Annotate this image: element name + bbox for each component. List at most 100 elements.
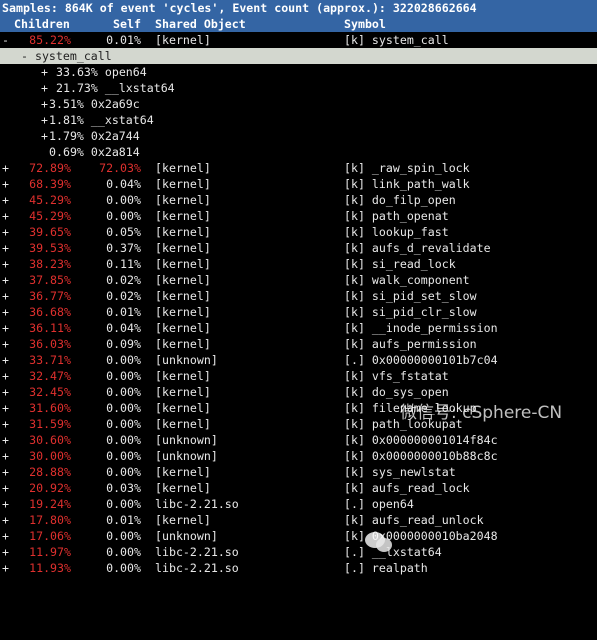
table-row[interactable]: + 45.29% 0.00% [kernel] [k] path_openat	[0, 208, 597, 224]
expand-toggle[interactable]: +	[2, 272, 9, 288]
col-children[interactable]: Children	[14, 16, 70, 32]
expand-toggle[interactable]: +	[2, 336, 9, 352]
expand-toggle[interactable]: +	[2, 160, 9, 176]
table-row[interactable]: + 30.00% 0.00% [unknown] [k] 0x000000001…	[0, 448, 597, 464]
col-symbol[interactable]: Symbol	[344, 16, 386, 32]
expand-toggle[interactable]: +	[2, 528, 9, 544]
shared-object: libc-2.21.so	[155, 545, 239, 559]
expand-toggle[interactable]: +	[2, 320, 9, 336]
expand-toggle[interactable]: +	[41, 64, 48, 80]
self-pct: 0.00%	[106, 545, 141, 559]
expand-toggle[interactable]: +	[2, 176, 9, 192]
table-row[interactable]: + 17.06% 0.00% [unknown] [k] 0x000000001…	[0, 528, 597, 544]
children-pct: 45.29%	[29, 209, 71, 223]
table-row[interactable]: + 37.85% 0.02% [kernel] [k] walk_compone…	[0, 272, 597, 288]
table-row[interactable]: + 68.39% 0.04% [kernel] [k] link_path_wa…	[0, 176, 597, 192]
table-row[interactable]: + 38.23% 0.11% [kernel] [k] si_read_lock	[0, 256, 597, 272]
expand-toggle[interactable]: +	[2, 208, 9, 224]
table-row[interactable]: + 19.24% 0.00% libc-2.21.so [.] open64	[0, 496, 597, 512]
children-pct: 30.60%	[29, 433, 71, 447]
callgraph-item[interactable]: 0.69% 0x2a814	[0, 144, 597, 160]
expand-toggle[interactable]: +	[2, 304, 9, 320]
table-row[interactable]: + 72.89% 72.03% [kernel] [k] _raw_spin_l…	[0, 160, 597, 176]
table-row[interactable]: + 36.68% 0.01% [kernel] [k] si_pid_clr_s…	[0, 304, 597, 320]
expand-toggle[interactable]: +	[2, 400, 9, 416]
symbol: [k] system_call	[344, 33, 449, 47]
table-row[interactable]: + 32.47% 0.00% [kernel] [k] vfs_fstatat	[0, 368, 597, 384]
shared-object: [kernel]	[155, 209, 211, 223]
expand-toggle[interactable]: +	[2, 256, 9, 272]
children-pct: 11.97%	[29, 545, 71, 559]
children-pct: 85.22%	[29, 33, 71, 47]
table-row[interactable]: + 30.60% 0.00% [unknown] [k] 0x000000001…	[0, 432, 597, 448]
shared-object: [kernel]	[155, 289, 211, 303]
symbol: [k] sys_newlstat	[344, 465, 456, 479]
symbol: [k] aufs_permission	[344, 337, 477, 351]
expand-toggle[interactable]: +	[2, 480, 9, 496]
table-row[interactable]: + 11.93% 0.00% libc-2.21.so [.] realpath	[0, 560, 597, 576]
self-pct: 0.01%	[106, 33, 141, 47]
watermark: 微信号: cSphere-CN	[400, 403, 563, 423]
top-entry-row[interactable]: - 85.22% 0.01% [kernel] [k] system_call	[0, 32, 597, 48]
expand-toggle[interactable]: +	[2, 560, 9, 576]
table-row[interactable]: + 11.97% 0.00% libc-2.21.so [.] __lxstat…	[0, 544, 597, 560]
expand-toggle[interactable]: +	[2, 544, 9, 560]
table-row[interactable]: + 36.11% 0.04% [kernel] [k] __inode_perm…	[0, 320, 597, 336]
self-pct: 0.00%	[106, 449, 141, 463]
callgraph-item[interactable]: +1.81% __xstat64	[0, 112, 597, 128]
table-row[interactable]: + 17.80% 0.01% [kernel] [k] aufs_read_un…	[0, 512, 597, 528]
self-pct: 0.04%	[106, 177, 141, 191]
expand-toggle[interactable]: +	[2, 352, 9, 368]
callgraph-root-selected[interactable]: - system_call	[0, 48, 597, 64]
expand-toggle[interactable]: +	[2, 512, 9, 528]
col-shared-object[interactable]: Shared Object	[155, 16, 246, 32]
expand-toggle[interactable]: +	[2, 368, 9, 384]
expand-toggle[interactable]: +	[41, 112, 48, 128]
table-row[interactable]: + 45.29% 0.00% [kernel] [k] do_filp_open	[0, 192, 597, 208]
table-row[interactable]: + 39.65% 0.05% [kernel] [k] lookup_fast	[0, 224, 597, 240]
symbol: [k] si_pid_clr_slow	[344, 305, 477, 319]
shared-object: [kernel]	[155, 177, 211, 191]
expand-toggle[interactable]: +	[2, 416, 9, 432]
expand-toggle[interactable]: +	[2, 384, 9, 400]
symbol: [k] 0x000000001014f84c	[344, 433, 498, 447]
children-pct: 32.45%	[29, 385, 71, 399]
table-row[interactable]: + 36.03% 0.09% [kernel] [k] aufs_permiss…	[0, 336, 597, 352]
children-pct: 45.29%	[29, 193, 71, 207]
expand-toggle[interactable]: +	[2, 224, 9, 240]
self-pct: 0.01%	[106, 305, 141, 319]
shared-object: [kernel]	[155, 241, 211, 255]
table-row[interactable]: + 28.88% 0.00% [kernel] [k] sys_newlstat	[0, 464, 597, 480]
symbol: [k] si_read_lock	[344, 257, 456, 271]
children-pct: 68.39%	[29, 177, 71, 191]
expand-toggle[interactable]: +	[2, 464, 9, 480]
report-header: Samples: 864K of event 'cycles', Event c…	[0, 0, 597, 16]
symbol: [k] path_openat	[344, 209, 449, 223]
expand-toggle[interactable]: +	[2, 288, 9, 304]
shared-object: [kernel]	[155, 33, 211, 47]
self-pct: 0.03%	[106, 481, 141, 495]
table-row[interactable]: + 20.92% 0.03% [kernel] [k] aufs_read_lo…	[0, 480, 597, 496]
callgraph-item[interactable]: +3.51% 0x2a69c	[0, 96, 597, 112]
col-self[interactable]: Self	[113, 16, 141, 32]
expand-toggle[interactable]: +	[2, 432, 9, 448]
children-pct: 36.68%	[29, 305, 71, 319]
table-row[interactable]: + 33.71% 0.00% [unknown] [.] 0x000000001…	[0, 352, 597, 368]
expand-toggle[interactable]: +	[2, 192, 9, 208]
self-pct: 0.11%	[106, 257, 141, 271]
table-row[interactable]: + 39.53% 0.37% [kernel] [k] aufs_d_reval…	[0, 240, 597, 256]
callgraph-item[interactable]: +1.79% 0x2a744	[0, 128, 597, 144]
callgraph-item[interactable]: +21.73% __lxstat64	[0, 80, 597, 96]
children-pct: 36.11%	[29, 321, 71, 335]
expand-toggle[interactable]: +	[2, 240, 9, 256]
expand-toggle[interactable]: +	[41, 128, 48, 144]
table-row[interactable]: + 36.77% 0.02% [kernel] [k] si_pid_set_s…	[0, 288, 597, 304]
expand-toggle[interactable]: +	[41, 80, 48, 96]
self-pct: 0.00%	[106, 193, 141, 207]
callgraph-item[interactable]: +33.63% open64	[0, 64, 597, 80]
shared-object: [unknown]	[155, 433, 218, 447]
expand-toggle[interactable]: +	[2, 496, 9, 512]
expand-toggle[interactable]: +	[41, 96, 48, 112]
collapse-toggle[interactable]: -	[2, 32, 9, 48]
expand-toggle[interactable]: +	[2, 448, 9, 464]
